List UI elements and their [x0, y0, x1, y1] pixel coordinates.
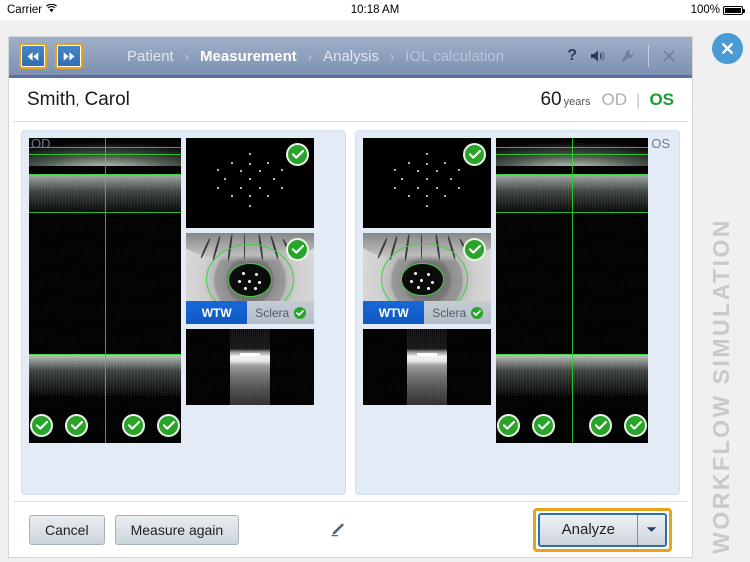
patient-age-unit: years	[563, 95, 591, 108]
eye-panel-od: OD WTW Sclera	[21, 130, 346, 495]
oct-bscan-large-os[interactable]	[496, 138, 648, 443]
patient-header: Smith, Carol 60 years OD | OS	[13, 78, 688, 122]
wtw-sclera-toggle-os: WTW Sclera	[363, 301, 491, 324]
breadcrumb-separator: ›	[389, 48, 395, 64]
breadcrumb-separator: ›	[307, 48, 313, 64]
check-icon	[157, 414, 180, 437]
check-icon	[463, 143, 486, 166]
main-window: Patient › Measurement › Analysis › IOL c…	[8, 36, 693, 558]
measure-again-button[interactable]: Measure again	[114, 514, 240, 545]
thumbnail-column-od: WTW Sclera	[186, 138, 314, 487]
oct-quality-checks-od	[29, 414, 181, 437]
status-bar-clock: 10:18 AM	[350, 4, 400, 16]
check-icon	[122, 414, 145, 437]
close-icon	[662, 49, 676, 63]
keratometry-dot-pattern-os[interactable]	[363, 138, 491, 228]
measurement-content: OD WTW Sclera OS WTW Sclera	[9, 122, 692, 495]
sound-icon[interactable]	[590, 49, 607, 63]
history-buttons	[19, 43, 83, 69]
oct-bscan-large-od[interactable]	[29, 138, 181, 443]
pupil-ring	[228, 263, 272, 297]
check-icon	[624, 414, 647, 437]
action-bar: Cancel Measure again Analyze	[13, 501, 688, 557]
patient-meta: 60 years OD | OS	[540, 89, 674, 111]
check-icon	[589, 414, 612, 437]
oct-bscan-thumbnail-od[interactable]	[186, 329, 314, 405]
patient-name: Smith, Carol	[27, 89, 130, 111]
patient-name-comma: ,	[75, 92, 80, 108]
eye-front-image-os[interactable]: WTW Sclera	[363, 233, 491, 324]
analyze-focus-ring: Analyze	[532, 507, 672, 552]
eye-selector-os[interactable]: OS	[649, 90, 674, 110]
toolbar-divider	[648, 45, 649, 67]
pupil-ring	[401, 263, 444, 296]
analyze-button-group: Analyze	[537, 512, 667, 547]
ios-status-bar: Carrier 10:18 AM 100%	[0, 0, 750, 20]
eye-panel-label-od: OD	[31, 136, 51, 151]
patient-first-name: Carol	[84, 88, 130, 110]
skip-back-icon[interactable]	[19, 43, 47, 69]
navigation-bar: Patient › Measurement › Analysis › IOL c…	[9, 37, 692, 78]
eye-panel-os: OS WTW Sclera	[355, 130, 680, 495]
app-root: WORKFLOW SIMULATION Patient › Measuremen…	[0, 20, 750, 562]
keratometry-dot-pattern-od[interactable]	[186, 138, 314, 228]
check-icon	[471, 306, 484, 319]
patient-last-name: Smith	[27, 88, 76, 110]
wrench-icon	[620, 49, 635, 64]
status-bar-right: 100%	[690, 4, 745, 16]
check-icon	[532, 414, 555, 437]
oct-bscan-thumbnail-os[interactable]	[363, 329, 491, 405]
oct-quality-checks-os	[496, 414, 648, 437]
check-icon	[65, 414, 88, 437]
analyze-button[interactable]: Analyze	[539, 514, 638, 545]
close-circle-icon[interactable]	[712, 33, 743, 64]
eye-selector-od[interactable]: OD	[602, 90, 628, 110]
help-icon[interactable]: ?	[567, 47, 577, 65]
breadcrumb-item-iol-calculation[interactable]: IOL calculation	[405, 48, 504, 65]
battery-percent-label: 100%	[690, 4, 720, 16]
breadcrumb-separator: ›	[184, 48, 190, 64]
navbar-tools: ?	[567, 45, 682, 67]
patient-age-value: 60	[540, 88, 562, 110]
simulation-strip: WORKFLOW SIMULATION	[693, 20, 750, 562]
breadcrumb: Patient › Measurement › Analysis › IOL c…	[127, 48, 504, 65]
check-icon	[286, 143, 309, 166]
toggle-option-sclera-label: Sclera	[255, 305, 290, 320]
cancel-button[interactable]: Cancel	[29, 514, 105, 545]
check-icon	[30, 414, 53, 437]
check-icon	[294, 306, 307, 319]
check-icon	[463, 238, 486, 261]
check-icon	[286, 238, 309, 261]
toggle-option-sclera[interactable]: Sclera	[247, 301, 314, 324]
patient-age: 60 years	[540, 89, 590, 111]
thumbnail-column-os: WTW Sclera	[363, 138, 491, 487]
skip-forward-icon[interactable]	[55, 43, 83, 69]
caret-down-icon[interactable]	[638, 514, 665, 545]
toggle-option-sclera-label: Sclera	[432, 305, 467, 320]
breadcrumb-item-patient[interactable]: Patient	[127, 48, 174, 65]
eye-selector-divider: |	[636, 89, 641, 109]
eye-selector: OD | OS	[602, 90, 674, 110]
wtw-sclera-toggle-od: WTW Sclera	[186, 301, 314, 324]
toggle-option-wtw[interactable]: WTW	[186, 301, 248, 324]
toggle-option-sclera[interactable]: Sclera	[424, 301, 491, 324]
eye-front-image-od[interactable]: WTW Sclera	[186, 233, 314, 324]
battery-full-icon	[723, 5, 745, 15]
breadcrumb-item-analysis[interactable]: Analysis	[323, 48, 379, 65]
simulation-label: WORKFLOW SIMULATION	[708, 218, 734, 554]
breadcrumb-item-measurement[interactable]: Measurement	[200, 48, 297, 65]
toggle-option-wtw[interactable]: WTW	[363, 301, 425, 324]
pencil-edit-icon[interactable]	[329, 521, 346, 538]
check-icon	[497, 414, 520, 437]
eye-panel-label-os: OS	[651, 136, 670, 151]
